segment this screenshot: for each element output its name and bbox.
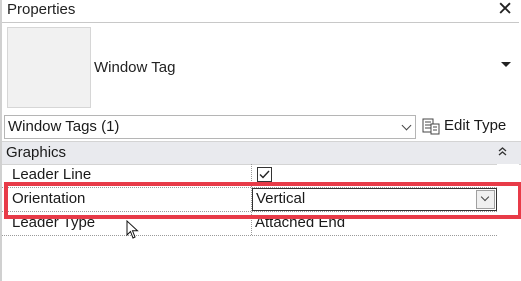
param-name: Leader Type xyxy=(12,214,96,231)
chevron-down-icon xyxy=(480,192,490,202)
instance-filter-row: Window Tags (1) Edit Type xyxy=(2,114,521,140)
param-row-orientation: Orientation Vertical xyxy=(2,188,497,212)
instance-filter-value: Window Tags (1) xyxy=(8,118,120,135)
instance-filter-dropdown[interactable]: Window Tags (1) xyxy=(4,115,416,139)
close-icon[interactable]: ✕ xyxy=(497,0,513,21)
leader-line-checkbox[interactable] xyxy=(257,167,272,182)
properties-palette: Properties ✕ Window Tag Window Tags (1) … xyxy=(0,0,521,281)
collapse-icon[interactable] xyxy=(498,147,507,156)
orientation-dropdown[interactable]: Vertical xyxy=(252,188,497,211)
orientation-dropdown-button[interactable] xyxy=(476,190,495,209)
column-divider xyxy=(251,164,252,187)
section-header-graphics[interactable]: Graphics xyxy=(2,141,521,165)
scrollbar[interactable] xyxy=(497,164,519,281)
section-label: Graphics xyxy=(6,144,67,161)
edit-type-label: Edit Type xyxy=(444,117,507,134)
param-row-leader-type: Leader Type Attached End xyxy=(2,212,497,236)
param-row-leader-line: Leader Line xyxy=(2,164,497,188)
palette-title: Properties xyxy=(7,1,76,18)
parameter-grid: Leader Line Orientation Vertical Leader … xyxy=(2,164,498,236)
type-preview-image xyxy=(7,27,91,108)
edit-type-button[interactable]: Edit Type xyxy=(420,115,518,137)
type-selector[interactable]: Window Tag xyxy=(2,22,519,116)
type-dropdown-arrow-icon[interactable] xyxy=(501,62,511,67)
checkmark-icon xyxy=(259,170,270,179)
orientation-value: Vertical xyxy=(256,190,306,207)
chevron-down-icon xyxy=(401,120,412,131)
param-value[interactable]: Attached End xyxy=(255,214,345,231)
type-name: Window Tag xyxy=(94,59,176,76)
param-name: Leader Line xyxy=(12,166,92,183)
edit-type-icon xyxy=(422,118,440,135)
palette-titlebar[interactable]: Properties ✕ xyxy=(2,0,521,22)
param-name: Orientation xyxy=(12,190,86,207)
column-divider xyxy=(251,212,252,235)
